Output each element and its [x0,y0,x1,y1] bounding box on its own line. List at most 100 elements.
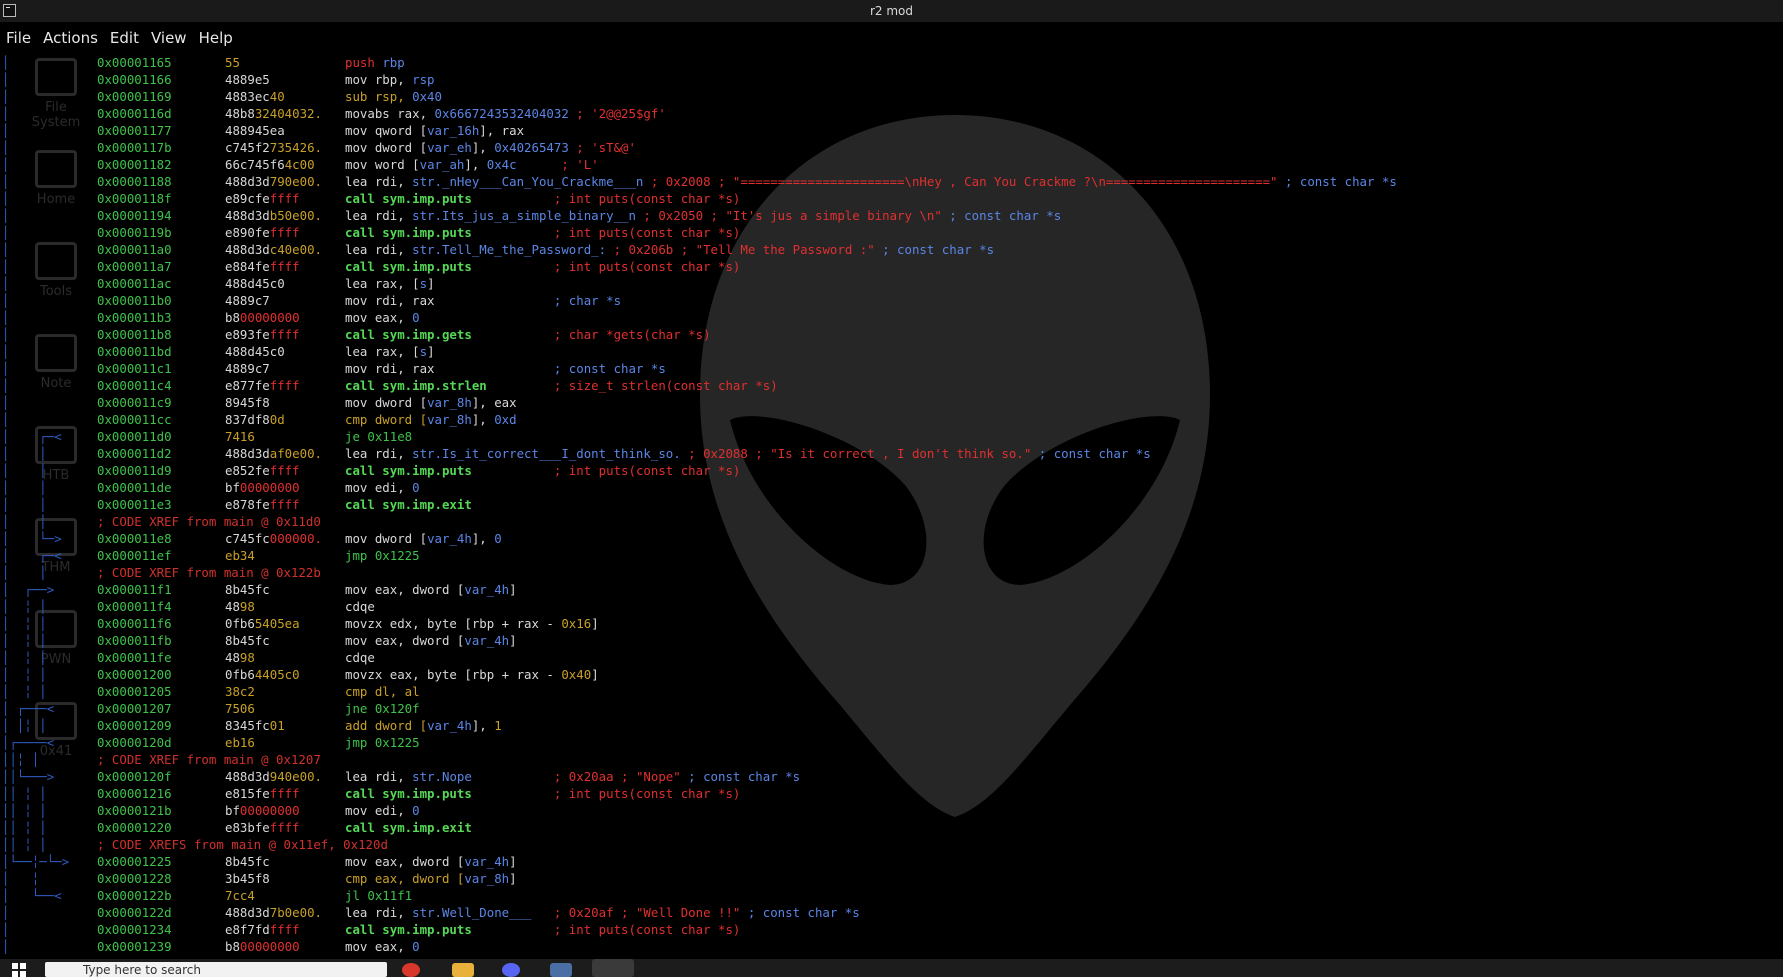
xref-comment-row[interactable]: │ │ ; CODE XREF from main @ 0x11d0 [0,513,1783,530]
instruction-address[interactable]: 0x000011c1 [97,360,172,377]
instruction-row[interactable]: │ 0x00001166 4889e5 mov rbp, rsp [0,71,1783,88]
instruction-address[interactable]: 0x00001220 [97,819,172,836]
instruction-address[interactable]: 0x0000116d [97,105,172,122]
instruction-address[interactable]: 0x000011e8 [97,530,172,547]
instruction-row[interactable]: │ ┌─< 0x000011d0 7416 je 0x11e8 [0,428,1783,445]
instruction-row[interactable]: │ ╎ │ 0x00001205 38c2 cmp dl, al [0,683,1783,700]
instruction-row[interactable]: │ 0x00001239 b800000000 mov eax, 0 [0,938,1783,955]
instruction-row[interactable]: │ 0x0000117b c745f2735426. mov dword [var_e… [0,139,1783,156]
instruction-address[interactable]: 0x00001234 [97,921,172,938]
instruction-address[interactable]: 0x00001200 [97,666,172,683]
instruction-address[interactable]: 0x00001188 [97,173,172,190]
instruction-row[interactable]: │ 0x0000119b e890feffff call sym.imp.puts ;… [0,224,1783,241]
instruction-row[interactable]: │┌────< 0x0000120d eb16 jmp 0x1225 [0,734,1783,751]
instruction-address[interactable]: 0x000011a7 [97,258,172,275]
xref-comment-row[interactable]: ││ ╎ │ ; CODE XREFS from main @ 0x11ef, 0… [0,836,1783,853]
instruction-row[interactable]: │ 0x000011a7 e884feffff call sym.imp.puts ;… [0,258,1783,275]
menu-actions[interactable]: Actions [37,26,104,50]
instruction-row[interactable]: │ │ 0x000011d2 488d3daf0e00. lea rdi, str.I… [0,445,1783,462]
instruction-row[interactable]: │ ╎ │ 0x00001200 0fb64405c0 movzx eax, byte… [0,666,1783,683]
instruction-row[interactable]: │ │ 0x000011d9 e852feffff call sym.imp.puts… [0,462,1783,479]
instruction-address[interactable]: 0x000011c4 [97,377,172,394]
instruction-address[interactable]: 0x000011f6 [97,615,172,632]
instruction-row[interactable]: │ 0x00001169 4883ec40 sub rsp, 0x40 [0,88,1783,105]
instruction-row[interactable]: │ └──< 0x0000122b 7cc4 jl 0x11f1 [0,887,1783,904]
instruction-address[interactable]: 0x0000122d [97,904,172,921]
instruction-address[interactable]: 0x00001205 [97,683,172,700]
instruction-row[interactable]: │ 0x000011c9 8945f8 mov dword [var_8h], eax [0,394,1783,411]
instruction-row[interactable]: │ 0x0000116d 48b832404032. movabs rax, 0x66… [0,105,1783,122]
instruction-address[interactable]: 0x000011ac [97,275,172,292]
terminal-task-active[interactable] [592,959,634,977]
instruction-row[interactable]: │ ╎ │ 0x000011f6 0fb65405ea movzx edx, byte… [0,615,1783,632]
instruction-row[interactable]: ││└───> 0x0000120f 488d3d940e00. lea rdi, s… [0,768,1783,785]
instruction-address[interactable]: 0x00001177 [97,122,172,139]
instruction-address[interactable]: 0x000011ef [97,547,172,564]
instruction-address[interactable]: 0x000011d2 [97,445,172,462]
instruction-row[interactable]: │└──╎─└─> 0x00001225 8b45fc mov eax, dword … [0,853,1783,870]
instruction-address[interactable]: 0x000011bd [97,343,172,360]
chrome-icon[interactable] [402,963,420,977]
instruction-row[interactable]: │ 0x00001182 66c745f64c00 mov word [var_ah]… [0,156,1783,173]
instruction-address[interactable]: 0x00001194 [97,207,172,224]
file-explorer-icon[interactable] [452,963,474,977]
instruction-row[interactable]: │ ┌─< 0x000011ef eb34 jmp 0x1225 [0,547,1783,564]
instruction-row[interactable]: │ 0x000011a0 488d3dc40e00. lea rdi, str.Tel… [0,241,1783,258]
windows-start-icon[interactable] [12,963,26,977]
instruction-row[interactable]: │ 0x000011b8 e893feffff call sym.imp.gets ;… [0,326,1783,343]
instruction-address[interactable]: 0x00001169 [97,88,172,105]
instruction-address[interactable]: 0x00001216 [97,785,172,802]
instruction-row[interactable]: │ │╎ │ 0x00001209 8345fc01 add dword [var_4… [0,717,1783,734]
instruction-row[interactable]: │ 0x000011ac 488d45c0 lea rax, [s] [0,275,1783,292]
instruction-row[interactable]: │ 0x00001165 55 push rbp [0,54,1783,71]
instruction-row[interactable]: │ │ 0x000011e3 e878feffff call sym.imp.exit [0,496,1783,513]
instruction-address[interactable]: 0x000011f1 [97,581,172,598]
instruction-address[interactable]: 0x00001166 [97,71,172,88]
instruction-row[interactable]: │ 0x000011bd 488d45c0 lea rax, [s] [0,343,1783,360]
instruction-row[interactable]: │ ╎ │ 0x000011fb 8b45fc mov eax, dword [var… [0,632,1783,649]
taskbar-search-input[interactable]: Type here to search [45,962,387,977]
instruction-address[interactable]: 0x00001182 [97,156,172,173]
menu-help[interactable]: Help [193,26,239,50]
instruction-row[interactable]: │ 0x00001177 488945ea mov qword [var_16h], … [0,122,1783,139]
disassembly-view[interactable]: │ 0x00001165 55 push rbp │ 0x00001166 4889e5 mo… [0,54,1783,955]
instruction-row[interactable]: │ 0x0000118f e89cfeffff call sym.imp.puts ;… [0,190,1783,207]
menu-file[interactable]: File [0,26,37,50]
instruction-address[interactable]: 0x00001228 [97,870,172,887]
instruction-address[interactable]: 0x0000119b [97,224,172,241]
instruction-address[interactable]: 0x00001165 [97,54,172,71]
instruction-address[interactable]: 0x000011c9 [97,394,172,411]
instruction-row[interactable]: │ 0x000011b0 4889c7 mov rdi, rax ; char *s [0,292,1783,309]
instruction-row[interactable]: │ 0x000011c4 e877feffff call sym.imp.strlen… [0,377,1783,394]
instruction-address[interactable]: 0x000011b0 [97,292,172,309]
instruction-row[interactable]: │ ┌──> 0x000011f1 8b45fc mov eax, dword [va… [0,581,1783,598]
instruction-row[interactable]: │ 0x00001234 e8f7fdffff call sym.imp.puts ;… [0,921,1783,938]
instruction-row[interactable]: │ └─> 0x000011e8 c745fc000000. mov dword [v… [0,530,1783,547]
menu-edit[interactable]: Edit [104,26,145,50]
instruction-address[interactable]: 0x000011fb [97,632,172,649]
instruction-address[interactable]: 0x000011d0 [97,428,172,445]
xref-comment-row[interactable]: │ │ ; CODE XREF from main @ 0x122b [0,564,1783,581]
instruction-address[interactable]: 0x0000122b [97,887,172,904]
instruction-row[interactable]: │ ╎ │ 0x000011fe 4898 cdqe [0,649,1783,666]
instruction-address[interactable]: 0x0000120d [97,734,172,751]
instruction-address[interactable]: 0x00001207 [97,700,172,717]
instruction-row[interactable]: │ ┌───< 0x00001207 7506 jne 0x120f [0,700,1783,717]
instruction-address[interactable]: 0x000011b8 [97,326,172,343]
instruction-address[interactable]: 0x000011d9 [97,462,172,479]
instruction-address[interactable]: 0x0000117b [97,139,172,156]
instruction-address[interactable]: 0x00001225 [97,853,172,870]
instruction-row[interactable]: │ 0x00001188 488d3d790e00. lea rdi, str._nH… [0,173,1783,190]
instruction-row[interactable]: │ 0x000011c1 4889c7 mov rdi, rax ; const ch… [0,360,1783,377]
xref-comment-row[interactable]: ││╎ │ ; CODE XREF from main @ 0x1207 [0,751,1783,768]
instruction-row[interactable]: │ ╎ 0x00001228 3b45f8 cmp eax, dword [var_8… [0,870,1783,887]
instruction-address[interactable]: 0x0000118f [97,190,172,207]
menu-view[interactable]: View [145,26,193,50]
instruction-address[interactable]: 0x00001209 [97,717,172,734]
instruction-address[interactable]: 0x0000120f [97,768,172,785]
instruction-address[interactable]: 0x000011cc [97,411,172,428]
instruction-address[interactable]: 0x000011f4 [97,598,172,615]
instruction-row[interactable]: │ 0x00001194 488d3db50e00. lea rdi, str.Its… [0,207,1783,224]
instruction-row[interactable]: │ ╎ │ 0x000011f4 4898 cdqe [0,598,1783,615]
discord-icon[interactable] [502,963,520,977]
